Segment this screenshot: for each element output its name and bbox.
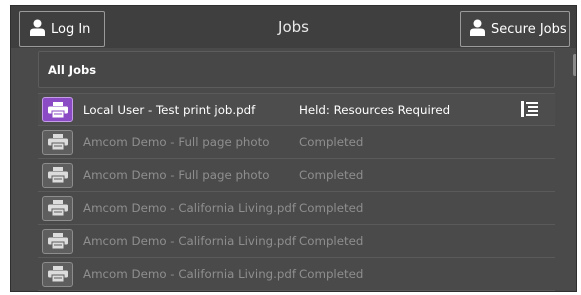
job-details-icon[interactable] xyxy=(521,101,538,121)
all-jobs-label: All Jobs xyxy=(48,62,97,77)
jobs-panel: All Jobs Local User - Test print job.pdf… xyxy=(38,48,566,291)
job-status: Completed xyxy=(299,168,364,182)
job-status: Completed xyxy=(299,267,364,281)
user-icon xyxy=(470,19,485,40)
job-name: Local User - Test print job.pdf xyxy=(83,102,256,117)
top-bar: Log In Jobs Secure Jobs xyxy=(11,6,576,48)
job-status: Completed xyxy=(299,135,364,149)
job-name: Amcom Demo - California Living.pdf xyxy=(83,201,297,215)
job-row[interactable]: Local User - Test print job.pdf Held: Re… xyxy=(38,93,555,126)
log-in-label: Log In xyxy=(51,21,91,37)
job-name: Amcom Demo - Full page photo xyxy=(83,168,270,182)
secure-jobs-label: Secure Jobs xyxy=(491,21,567,37)
printer-icon xyxy=(42,195,73,221)
job-row[interactable]: Amcom Demo - Full page photo Completed xyxy=(38,159,555,192)
job-list: Local User - Test print job.pdf Held: Re… xyxy=(38,93,555,291)
job-status: Completed xyxy=(299,201,364,215)
job-name: Amcom Demo - California Living.pdf xyxy=(83,234,297,248)
job-status: Held: Resources Required xyxy=(299,102,451,117)
jobs-screen: Log In Jobs Secure Jobs All Jobs Local U… xyxy=(10,5,577,292)
printer-icon xyxy=(42,97,73,122)
printer-icon xyxy=(42,162,73,188)
job-name: Amcom Demo - California Living.pdf xyxy=(83,267,297,281)
job-row[interactable]: Amcom Demo - California Living.pdf Compl… xyxy=(38,192,555,225)
printer-icon xyxy=(42,129,73,155)
job-row[interactable]: Amcom Demo - California Living.pdf Compl… xyxy=(38,258,555,291)
all-jobs-filter[interactable]: All Jobs xyxy=(38,51,555,88)
user-icon xyxy=(30,19,45,40)
job-name: Amcom Demo - Full page photo xyxy=(83,135,270,149)
printer-icon xyxy=(42,261,73,287)
scrollbar[interactable] xyxy=(573,54,576,76)
job-row[interactable]: Amcom Demo - Full page photo Completed xyxy=(38,126,555,159)
job-row[interactable]: Amcom Demo - California Living.pdf Compl… xyxy=(38,225,555,258)
job-status: Completed xyxy=(299,234,364,248)
printer-icon xyxy=(42,228,73,254)
secure-jobs-button[interactable]: Secure Jobs xyxy=(460,11,570,47)
log-in-button[interactable]: Log In xyxy=(19,11,105,47)
